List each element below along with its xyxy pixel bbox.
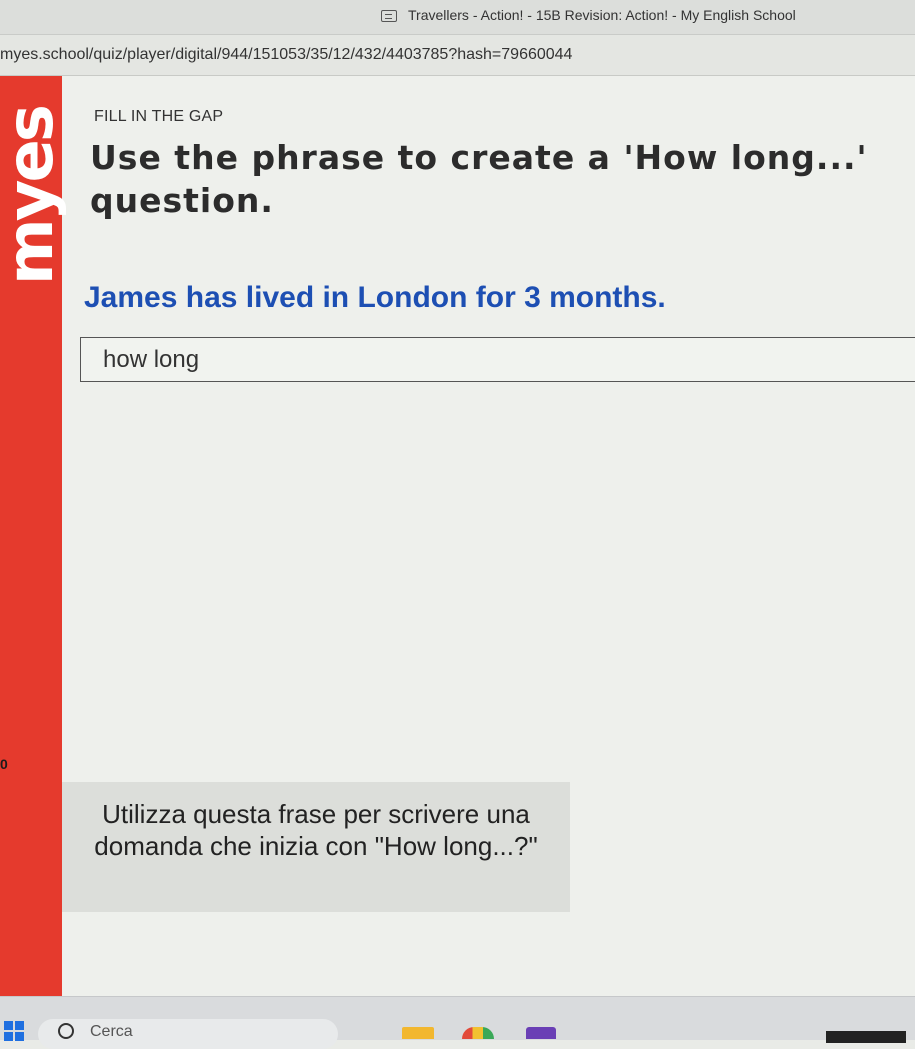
- answer-input[interactable]: [80, 337, 915, 382]
- windows-taskbar: Cerca: [0, 996, 915, 1049]
- translation-hint-box: Utilizza questa frase per scrivere una d…: [62, 782, 570, 912]
- windows-start-icon[interactable]: [4, 1021, 24, 1041]
- myes-logo: myes: [0, 107, 68, 285]
- question-type-label: FILL IN THE GAP: [94, 108, 224, 125]
- quiz-page: myes 0 FILL IN THE GAP Use the phrase to…: [0, 76, 915, 996]
- brand-sidebar: myes 0: [0, 76, 68, 996]
- tab-title[interactable]: Travellers - Action! - 15B Revision: Act…: [408, 7, 796, 23]
- side-marker: 0: [0, 756, 8, 772]
- tab-favicon-icon: [381, 10, 397, 22]
- search-placeholder: Cerca: [90, 1023, 133, 1040]
- prompt-sentence: James has lived in London for 3 months.: [84, 281, 666, 314]
- address-bar[interactable]: myes.school/quiz/player/digital/944/1510…: [0, 35, 915, 76]
- url-text[interactable]: myes.school/quiz/player/digital/944/1510…: [0, 46, 572, 64]
- question-instruction: Use the phrase to create a 'How long...'…: [90, 138, 868, 220]
- taskbar-tray-icon[interactable]: [826, 1031, 906, 1043]
- translation-text: Utilizza questa frase per scrivere una d…: [94, 799, 538, 861]
- search-icon: [58, 1023, 74, 1039]
- file-explorer-icon[interactable]: [402, 1027, 434, 1039]
- logo-text: myes: [0, 107, 68, 285]
- app-icon[interactable]: [526, 1027, 556, 1039]
- taskbar-search[interactable]: Cerca: [38, 1019, 338, 1049]
- chrome-icon[interactable]: [462, 1027, 494, 1039]
- browser-title-bar: Travellers - Action! - 15B Revision: Act…: [0, 0, 915, 35]
